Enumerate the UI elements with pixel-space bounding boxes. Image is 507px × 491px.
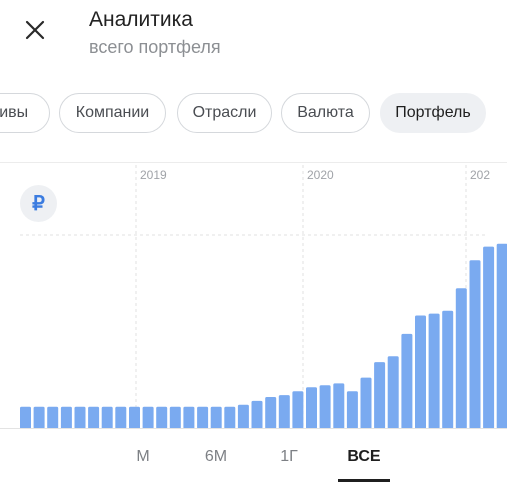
chart-bar[interactable]: [374, 362, 386, 429]
page-title: Аналитика: [89, 8, 193, 31]
chart-bar[interactable]: [455, 288, 467, 429]
chart-bar[interactable]: [265, 397, 277, 429]
chart-bar[interactable]: [156, 406, 168, 429]
chart-bar[interactable]: [210, 406, 222, 429]
currency-badge[interactable]: ₽: [20, 185, 57, 222]
chart-bar[interactable]: [319, 385, 331, 429]
year-label: 202: [470, 168, 490, 182]
chart-bar[interactable]: [74, 406, 86, 429]
filter-chip-portfolio[interactable]: Портфель: [380, 93, 486, 133]
chart-bar[interactable]: [442, 310, 454, 429]
page-subtitle: всего портфеля: [89, 37, 221, 57]
chart-bar[interactable]: [306, 387, 317, 429]
chart-bar[interactable]: [428, 313, 440, 429]
period-all[interactable]: ВСЕ: [338, 448, 390, 466]
divider: [0, 428, 507, 429]
close-button[interactable]: [18, 13, 52, 47]
chart-bar[interactable]: [483, 246, 495, 429]
chart-bar[interactable]: [129, 406, 140, 429]
year-label: 2020: [307, 168, 334, 182]
chart-bar[interactable]: [237, 404, 249, 429]
chart-bar[interactable]: [142, 406, 154, 429]
period-year[interactable]: 1Г: [274, 448, 304, 466]
active-period-indicator: [338, 479, 390, 482]
chart-bar[interactable]: [197, 406, 209, 429]
chart-bar[interactable]: [251, 400, 263, 429]
chart-bar[interactable]: [60, 406, 72, 429]
chart-bar[interactable]: [20, 406, 31, 429]
period-month[interactable]: М: [128, 448, 158, 466]
chart-bar[interactable]: [415, 315, 426, 430]
close-icon[interactable]: [25, 20, 45, 40]
year-label: 2019: [140, 168, 167, 182]
filter-chip-assets[interactable]: тивы: [0, 93, 50, 133]
chart-bar[interactable]: [88, 406, 100, 429]
chart-bar[interactable]: [469, 260, 481, 429]
chart-bar[interactable]: [278, 395, 290, 429]
portfolio-chart: 2019 2020 202 ₽: [0, 162, 507, 430]
chart-bar[interactable]: [115, 406, 127, 429]
filter-chip-companies[interactable]: Компании: [59, 93, 166, 133]
chart-bar[interactable]: [346, 391, 358, 429]
chart-svg: 2019 2020 202: [20, 165, 507, 430]
chart-bar[interactable]: [47, 406, 59, 429]
filter-chip-currency[interactable]: Валюта: [281, 93, 370, 133]
chart-bar[interactable]: [387, 356, 399, 429]
chart-bar[interactable]: [224, 406, 236, 429]
chart-bar[interactable]: [401, 333, 413, 429]
filter-chips: тивы Компании Отрасли Валюта Портфель: [0, 93, 507, 133]
period-selector: М 6М 1Г ВСЕ: [0, 430, 507, 491]
header: Аналитика всего портфеля: [0, 0, 507, 80]
chart-bar[interactable]: [183, 406, 195, 429]
chart-bar[interactable]: [33, 406, 45, 429]
chart-bar[interactable]: [360, 377, 372, 429]
chart-bar[interactable]: [169, 406, 181, 429]
chart-bar[interactable]: [101, 406, 113, 429]
chart-bar[interactable]: [333, 383, 345, 429]
chart-bar[interactable]: [496, 243, 507, 429]
filter-chip-industries[interactable]: Отрасли: [177, 93, 272, 133]
chart-bar[interactable]: [292, 391, 304, 429]
period-6-months[interactable]: 6М: [196, 448, 236, 466]
